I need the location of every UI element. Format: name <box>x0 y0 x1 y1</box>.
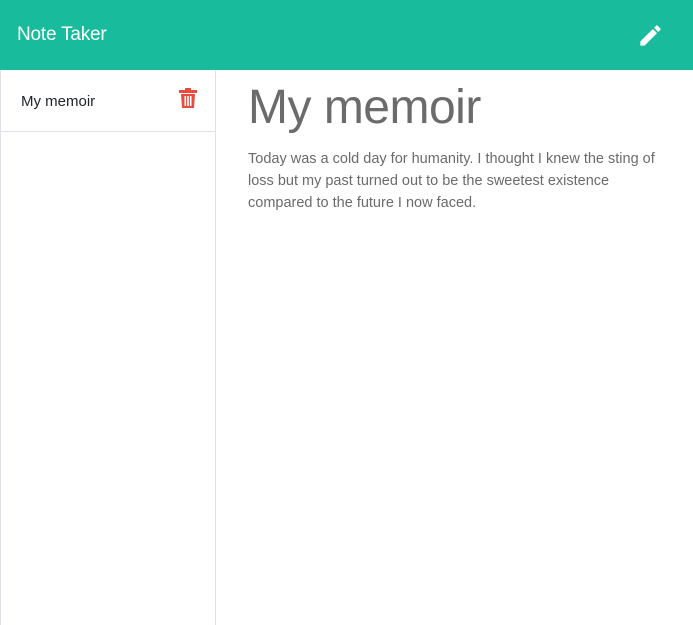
note-text[interactable]: Today was a cold day for humanity. I tho… <box>248 148 673 214</box>
trash-icon <box>179 88 197 108</box>
note-editor: My memoir Today was a cold day for human… <box>216 70 693 625</box>
delete-note-button[interactable] <box>179 88 197 108</box>
note-list-item[interactable]: My memoir <box>1 70 215 132</box>
note-title[interactable]: My memoir <box>248 78 673 138</box>
note-list-item-title[interactable]: My memoir <box>21 92 95 112</box>
navbar-brand[interactable]: Note Taker <box>17 23 107 47</box>
note-list: My memoir <box>0 70 216 625</box>
pencil-icon <box>639 24 661 46</box>
new-note-button[interactable] <box>635 20 665 50</box>
navbar: Note Taker <box>0 0 693 70</box>
